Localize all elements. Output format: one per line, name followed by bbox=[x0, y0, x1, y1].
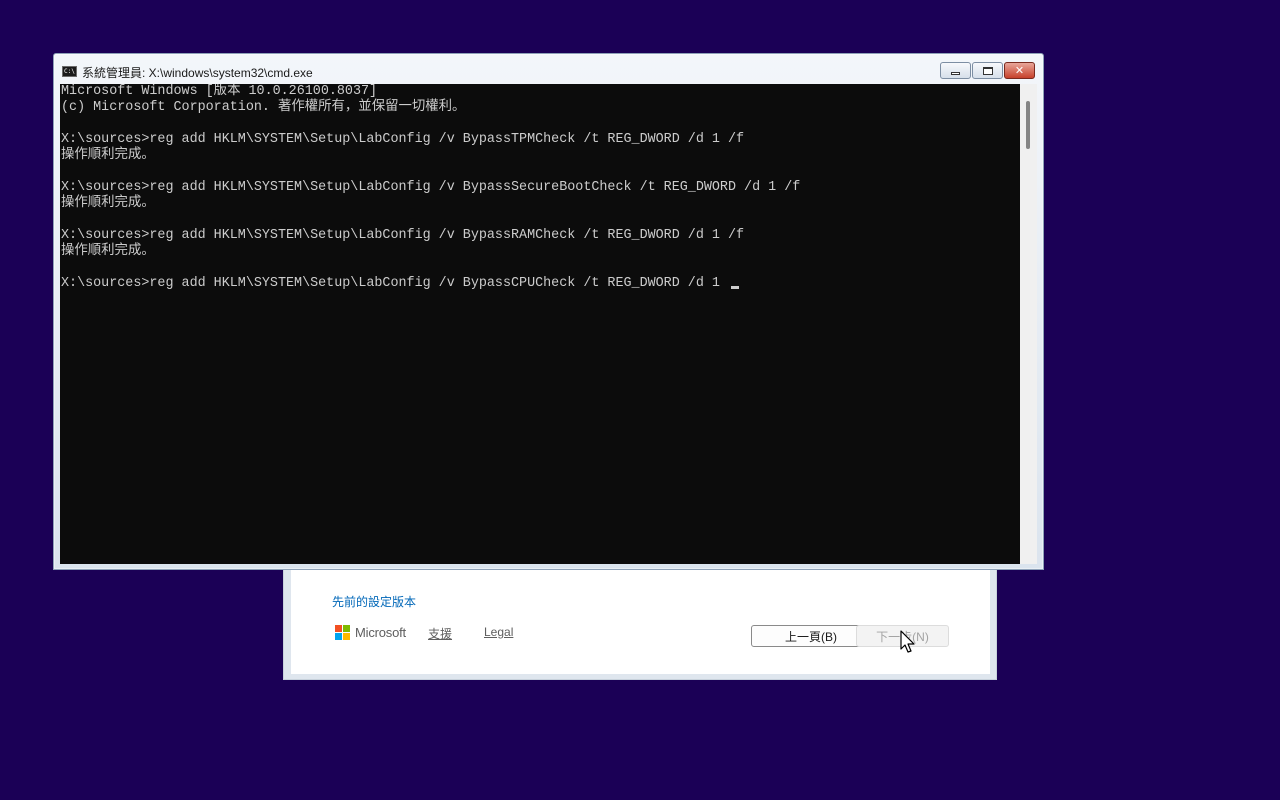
desktop: 先前的設定版本 Microsoft 支援 Legal 上一頁(B) 下一步(N)… bbox=[0, 0, 1280, 800]
console-line: X:\sources>reg add HKLM\SYSTEM\Setup\Lab… bbox=[61, 228, 745, 243]
window-controls: ✕ bbox=[940, 62, 1035, 79]
console-line: X:\sources>reg add HKLM\SYSTEM\Setup\Lab… bbox=[61, 180, 801, 195]
console-line: Microsoft Windows [版本 10.0.26100.8037] bbox=[61, 84, 378, 99]
console-line: X:\sources>reg add HKLM\SYSTEM\Setup\Lab… bbox=[61, 132, 745, 147]
console-line: 操作順利完成。 bbox=[61, 196, 155, 211]
cmd-window: C:\ 系統管理員: X:\windows\system32\cmd.exe ✕… bbox=[53, 53, 1044, 570]
close-button[interactable]: ✕ bbox=[1004, 62, 1035, 79]
minimize-icon bbox=[951, 72, 960, 75]
cmd-icon[interactable]: C:\ bbox=[62, 66, 77, 77]
microsoft-logo: Microsoft bbox=[335, 625, 406, 640]
console-line: 操作順利完成。 bbox=[61, 244, 155, 259]
logo-square-yellow bbox=[343, 633, 350, 640]
maximize-icon bbox=[982, 66, 993, 75]
title-bar[interactable]: C:\ 系統管理員: X:\windows\system32\cmd.exe ✕ bbox=[54, 54, 1043, 84]
minimize-button[interactable] bbox=[940, 62, 971, 79]
legal-link[interactable]: Legal bbox=[484, 625, 513, 639]
console-line: X:\sources>reg add HKLM\SYSTEM\Setup\Lab… bbox=[61, 276, 800, 292]
maximize-button[interactable] bbox=[972, 62, 1003, 79]
close-icon: ✕ bbox=[1014, 64, 1025, 77]
console-output[interactable]: Microsoft Windows [版本 10.0.26100.8037] (c… bbox=[60, 84, 1020, 564]
setup-dialog-body: 先前的設定版本 Microsoft 支援 Legal 上一頁(B) 下一步(N) bbox=[291, 561, 990, 674]
logo-square-red bbox=[335, 625, 342, 632]
microsoft-logo-icon bbox=[335, 625, 350, 640]
console-lines: Microsoft Windows [版本 10.0.26100.8037] (c… bbox=[61, 84, 800, 292]
previous-settings-link[interactable]: 先前的設定版本 bbox=[332, 593, 416, 610]
vertical-scrollbar[interactable] bbox=[1020, 84, 1037, 564]
setup-dialog: 先前的設定版本 Microsoft 支援 Legal 上一頁(B) 下一步(N) bbox=[283, 560, 997, 680]
window-title: 系統管理員: X:\windows\system32\cmd.exe bbox=[82, 66, 313, 80]
logo-square-green bbox=[343, 625, 350, 632]
text-cursor bbox=[730, 286, 739, 289]
logo-square-blue bbox=[335, 633, 342, 640]
console-line: 操作順利完成。 bbox=[61, 148, 155, 163]
scrollbar-thumb[interactable] bbox=[1026, 101, 1030, 149]
console-line: (c) Microsoft Corporation. 著作權所有，並保留一切權利… bbox=[61, 100, 466, 115]
support-link[interactable]: 支援 bbox=[428, 625, 452, 642]
microsoft-wordmark: Microsoft bbox=[355, 625, 406, 640]
mouse-pointer-icon bbox=[900, 630, 915, 653]
back-button[interactable]: 上一頁(B) bbox=[751, 625, 871, 647]
